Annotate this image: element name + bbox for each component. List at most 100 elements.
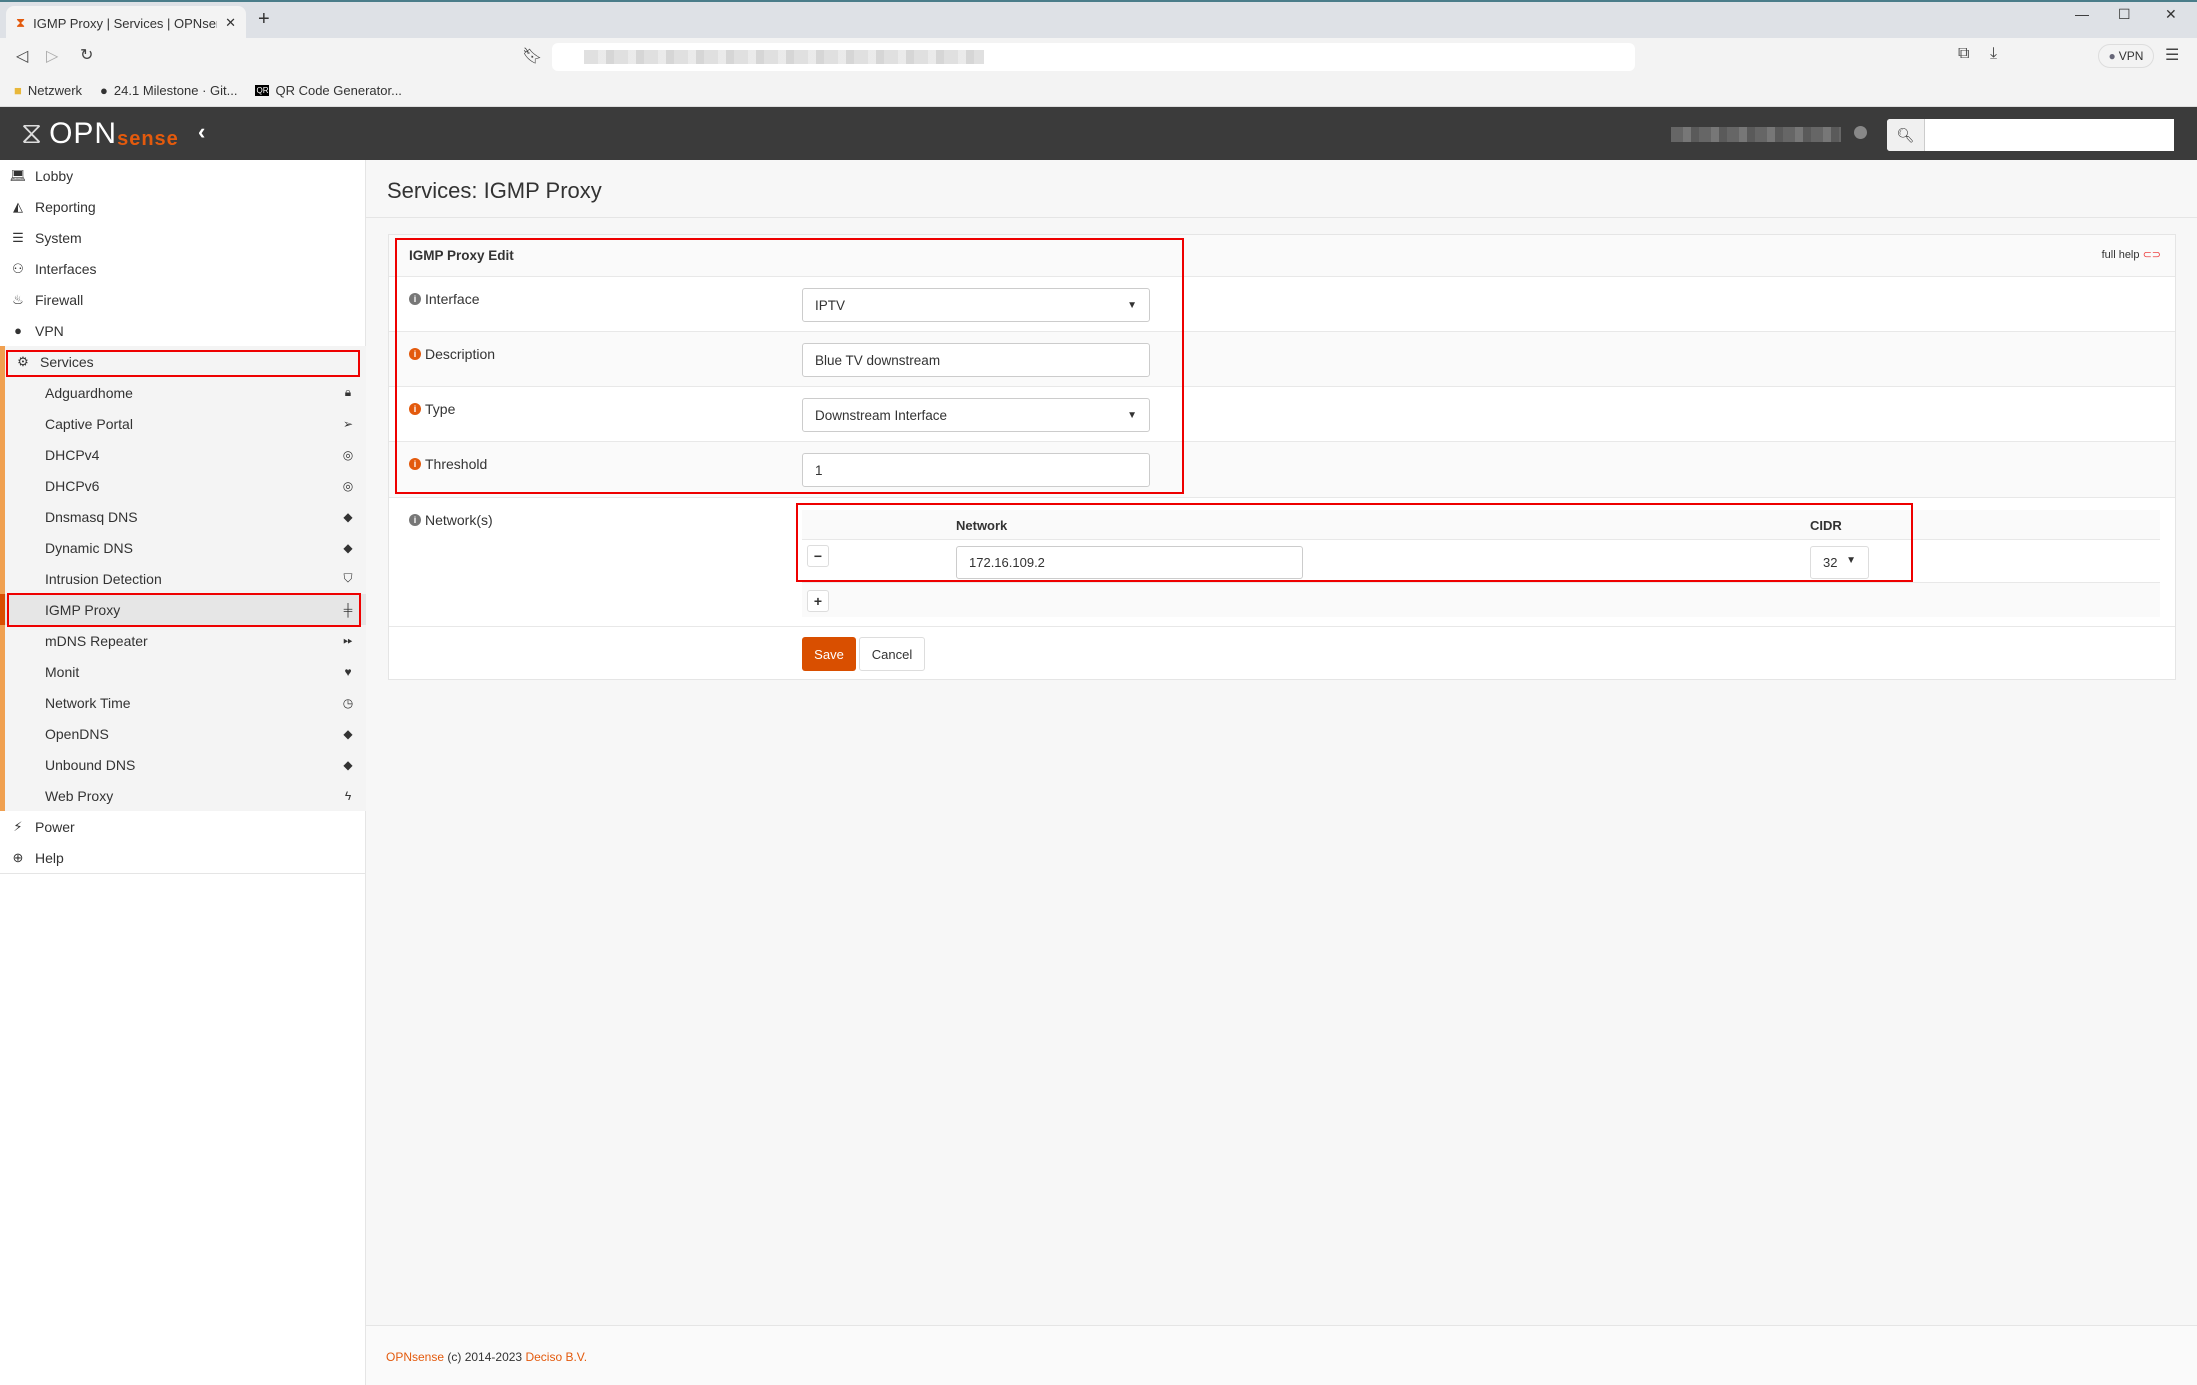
qr-icon: QR bbox=[255, 84, 270, 96]
reload-icon[interactable]: ↻ bbox=[80, 45, 93, 65]
toggle-off-icon: ⊂⊃ bbox=[2142, 249, 2161, 261]
area-chart-icon: ◭ bbox=[13, 198, 23, 214]
browser-tab[interactable]: ⧗ IGMP Proxy | Services | OPNsense ✕ bbox=[6, 6, 246, 40]
sidebar-item-label: OpenDNS bbox=[45, 725, 109, 742]
bookmark-netzwerk[interactable]: ■ Netzwerk bbox=[14, 83, 82, 98]
search-icon[interactable]: 🔍︎ bbox=[1887, 119, 1925, 151]
sidebar-item-label: Monit bbox=[45, 663, 80, 680]
bookmarks-bar: ■ Netzwerk ● 24.1 Milestone · Git... QR QR … bbox=[0, 74, 2197, 107]
sidebar-item-dnsmasq-dns[interactable]: Dnsmasq DNS ◆ bbox=[0, 501, 366, 532]
add-row-button[interactable]: + bbox=[807, 590, 829, 612]
footer-company-link[interactable]: Deciso B.V. bbox=[525, 1350, 587, 1364]
window-close-button[interactable]: ✕ bbox=[2165, 6, 2177, 23]
sidebar-item-mdns-repeater[interactable]: mDNS Repeater ⏩︎ bbox=[0, 625, 366, 656]
window-maximize-button[interactable]: ☐ bbox=[2118, 6, 2131, 23]
footer-copyright: (c) 2014-2023 bbox=[447, 1350, 523, 1364]
sidebar-item-adguardhome[interactable]: Adguardhome 🔒︎ bbox=[0, 377, 366, 408]
sidebar-item-label: DHCPv6 bbox=[45, 477, 100, 494]
sidebar-item-dhcpv4[interactable]: DHCPv4 ◎ bbox=[0, 439, 366, 470]
collapse-sidebar-icon[interactable]: ‹ bbox=[198, 119, 205, 145]
clock-icon: ◷ bbox=[342, 695, 354, 710]
lock-icon: 🔒︎ bbox=[344, 385, 352, 399]
bookmark-milestone[interactable]: ● 24.1 Milestone · Git... bbox=[100, 83, 237, 98]
github-icon: ● bbox=[100, 82, 108, 98]
back-icon[interactable]: ◁ bbox=[16, 46, 28, 66]
server-icon: ☰ bbox=[12, 229, 24, 245]
close-tab-icon[interactable]: ✕ bbox=[225, 15, 236, 31]
sidebar-item-help[interactable]: ⊕ Help bbox=[0, 842, 366, 873]
address-blurred bbox=[584, 50, 984, 64]
sidebar-item-label: Power bbox=[35, 818, 75, 835]
tab-title: IGMP Proxy | Services | OPNsense bbox=[33, 15, 218, 31]
tags-icon: ◆ bbox=[343, 726, 353, 741]
sitemap-icon: ⚇ bbox=[12, 260, 24, 276]
sidebar-item-reporting[interactable]: ◭ Reporting bbox=[0, 191, 366, 222]
bookmark-icon[interactable]: 🔖︎ bbox=[522, 46, 542, 66]
shield-icon: ⛉ bbox=[343, 571, 353, 585]
sidebar-item-interfaces[interactable]: ⚇ Interfaces bbox=[0, 253, 366, 284]
sidebar-item-label: mDNS Repeater bbox=[45, 632, 148, 649]
sidebar-item-firewall[interactable]: ♨ Firewall bbox=[0, 284, 366, 315]
menu-icon[interactable]: ☰ bbox=[2165, 45, 2179, 65]
full-help-toggle[interactable]: full help ⊂⊃ bbox=[2102, 248, 2161, 261]
window-minimize-button[interactable]: — bbox=[2075, 6, 2089, 22]
sidebar-item-label: Unbound DNS bbox=[45, 756, 136, 773]
logo-mark-icon: ⧖ bbox=[21, 117, 44, 150]
fire-icon: ♨ bbox=[12, 291, 24, 307]
sidebar-item-captive-portal[interactable]: Captive Portal ➢ bbox=[0, 408, 366, 439]
bolt-icon: ϟ bbox=[344, 788, 352, 803]
sidebar-item-intrusion-detection[interactable]: Intrusion Detection ⛉ bbox=[0, 563, 366, 594]
globe-icon: ● bbox=[14, 323, 22, 338]
sidebar-item-monit[interactable]: Monit ♥ bbox=[0, 656, 366, 687]
search-input[interactable] bbox=[1925, 119, 2174, 151]
sidebar: 💻︎ Lobby ◭ Reporting ☰ System ⚇ Interfaces ♨ Fire… bbox=[0, 160, 366, 1385]
opnsense-header: ⧖ OPN sense ‹ bbox=[0, 107, 2197, 160]
address-bar[interactable] bbox=[552, 43, 1635, 71]
sidebar-item-label: Help bbox=[35, 849, 64, 866]
tags-icon: ◆ bbox=[343, 509, 353, 524]
sidebar-item-web-proxy[interactable]: Web Proxy ϟ bbox=[0, 780, 366, 811]
sidebar-item-label: Web Proxy bbox=[45, 787, 114, 804]
sidebar-item-vpn[interactable]: ● VPN bbox=[0, 315, 366, 346]
bookmark-qr[interactable]: QR QR Code Generator... bbox=[255, 83, 402, 98]
sidebar-item-dynamic-dns[interactable]: Dynamic DNS ◆ bbox=[0, 532, 366, 563]
new-tab-button[interactable]: + bbox=[258, 8, 270, 31]
full-help-label: full help bbox=[2101, 249, 2140, 261]
paper-plane-icon: ➢ bbox=[342, 416, 354, 431]
sidebar-item-label: Reporting bbox=[35, 198, 96, 215]
bookmark-label: Netzwerk bbox=[27, 82, 83, 98]
sidebar-item-label: Intrusion Detection bbox=[45, 570, 162, 587]
opnsense-logo[interactable]: ⧖ OPN sense bbox=[21, 117, 179, 151]
bullseye-icon: ◎ bbox=[342, 478, 354, 493]
sidebar-item-lobby[interactable]: 💻︎ Lobby bbox=[0, 160, 366, 191]
cancel-button[interactable]: Cancel bbox=[859, 637, 925, 671]
logo-main: OPN bbox=[49, 117, 118, 150]
highlight-edit-fields bbox=[395, 238, 1184, 494]
forward-icon[interactable]: ▷ bbox=[46, 46, 58, 66]
extensions-icon[interactable]: ⧉ bbox=[1958, 45, 1969, 63]
vpn-button[interactable]: ● VPN bbox=[2098, 44, 2154, 68]
vpn-status-icon: ● bbox=[2108, 49, 2116, 63]
hostname-blurred bbox=[1671, 127, 1841, 142]
laptop-icon: 💻︎ bbox=[9, 167, 27, 183]
footer: OPNsense (c) 2014-2023 Deciso B.V. bbox=[366, 1325, 2197, 1385]
sidebar-item-power[interactable]: ⚡︎ Power bbox=[0, 811, 366, 842]
sidebar-item-unbound-dns[interactable]: Unbound DNS ◆ bbox=[0, 749, 366, 780]
sidebar-item-network-time[interactable]: Network Time ◷ bbox=[0, 687, 366, 718]
sidebar-item-opendns[interactable]: OpenDNS ◆ bbox=[0, 718, 366, 749]
highlight-services bbox=[6, 350, 360, 377]
row-actions: Save Cancel bbox=[389, 626, 2175, 680]
sidebar-item-system[interactable]: ☰ System bbox=[0, 222, 366, 253]
download-icon[interactable]: ⤓ bbox=[1990, 45, 1997, 63]
menu-search[interactable]: 🔍︎ bbox=[1887, 119, 2174, 151]
page-title: Services: IGMP Proxy bbox=[387, 178, 602, 203]
footer-brand-link[interactable]: OPNsense bbox=[386, 1350, 444, 1364]
logo-accent: sense bbox=[117, 128, 179, 150]
info-icon[interactable]: i bbox=[409, 514, 421, 526]
sidebar-item-label: Dnsmasq DNS bbox=[45, 508, 138, 525]
bookmark-label: 24.1 Milestone · Git... bbox=[113, 82, 238, 98]
browser-tab-strip: ⧗ IGMP Proxy | Services | OPNsense ✕ + —… bbox=[0, 0, 2197, 40]
save-button[interactable]: Save bbox=[802, 637, 856, 671]
sidebar-item-dhcpv6[interactable]: DHCPv6 ◎ bbox=[0, 470, 366, 501]
plug-icon: ⚡︎ bbox=[13, 818, 23, 834]
